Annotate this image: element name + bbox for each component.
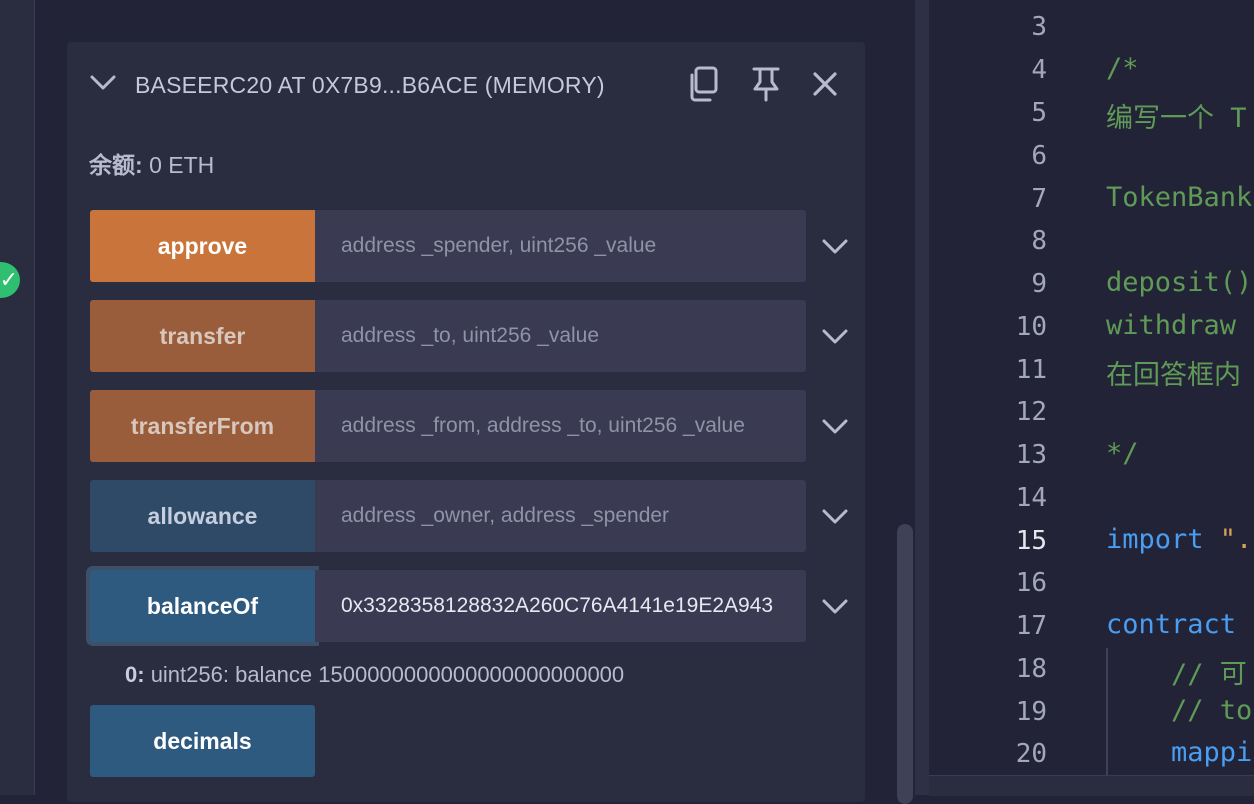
- line-number: 20: [1015, 739, 1047, 769]
- function-row-decimals: decimals: [90, 705, 806, 777]
- code-editor[interactable]: 3 4 /* 5 编写一个 T 6 7 TokenBank 8 9 deposi…: [929, 0, 1254, 796]
- allowance-params-input[interactable]: [315, 480, 806, 552]
- code-line: 编写一个 T: [1106, 103, 1247, 134]
- line-number-active: 15: [1015, 526, 1047, 556]
- line-number: 10: [1015, 312, 1047, 342]
- chevron-down-icon[interactable]: [89, 74, 117, 92]
- decimals-button[interactable]: decimals: [90, 705, 315, 777]
- indent-guide: [1106, 648, 1108, 775]
- approve-button[interactable]: approve: [90, 210, 315, 282]
- check-icon[interactable]: ✓: [0, 262, 20, 298]
- balanceof-address-input[interactable]: [315, 570, 806, 642]
- balanceof-button[interactable]: balanceOf: [90, 570, 315, 642]
- function-row-transferfrom: transferFrom: [90, 390, 848, 462]
- contract-title: BASEERC20 AT 0X7B9...B6ACE (MEMORY): [135, 72, 605, 98]
- close-icon[interactable]: [805, 64, 845, 104]
- line-number: 14: [1015, 483, 1047, 513]
- line-number: 16: [1015, 568, 1047, 598]
- string-literal: ".: [1203, 524, 1253, 555]
- contract-instance-card: BASEERC20 AT 0X7B9...B6ACE (MEMORY) 余额: …: [67, 42, 865, 802]
- code-line: import ".: [1106, 524, 1252, 555]
- line-number: 13: [1015, 440, 1047, 470]
- code-line: mappi: [1106, 737, 1253, 768]
- line-number: 12: [1015, 397, 1047, 427]
- panel-scrollbar[interactable]: [897, 524, 913, 804]
- function-row-balanceof: balanceOf: [90, 570, 848, 642]
- pane-divider[interactable]: [915, 0, 929, 795]
- chevron-down-icon[interactable]: [818, 500, 852, 534]
- code-line: withdraw: [1106, 310, 1237, 341]
- editor-horizontal-scrollbar[interactable]: [929, 775, 1254, 796]
- code-line: // 可: [1106, 659, 1247, 690]
- function-row-approve: approve: [90, 210, 848, 282]
- chevron-down-icon[interactable]: [818, 230, 852, 264]
- code-line: // to: [1106, 695, 1253, 726]
- line-number: 7: [1031, 184, 1047, 214]
- code-line: /*: [1106, 53, 1139, 84]
- transfer-params-input[interactable]: [315, 300, 806, 372]
- code-line: TokenBank: [1106, 182, 1253, 213]
- keyword: import: [1106, 524, 1204, 555]
- line-number: 3: [1031, 12, 1047, 42]
- code-line: deposit(): [1106, 267, 1253, 298]
- balance-label: 余额:: [89, 152, 143, 178]
- code-line: 在回答框内: [1106, 360, 1241, 391]
- call-output: 0: uint256: balance 15000000000000000000…: [125, 662, 624, 688]
- line-number: 8: [1031, 226, 1047, 256]
- chevron-down-icon[interactable]: [818, 590, 852, 624]
- function-row-allowance: allowance: [90, 480, 848, 552]
- line-number: 5: [1031, 98, 1047, 128]
- output-index: 0:: [125, 662, 145, 687]
- allowance-button[interactable]: allowance: [90, 480, 315, 552]
- balance-value: 0 ETH: [149, 152, 215, 178]
- code-line: */: [1106, 438, 1139, 469]
- transfer-button[interactable]: transfer: [90, 300, 315, 372]
- pin-icon[interactable]: [746, 64, 786, 104]
- line-number: 11: [1015, 355, 1047, 385]
- function-row-transfer: transfer: [90, 300, 848, 372]
- left-gutter: ✓: [0, 0, 35, 795]
- transferfrom-params-input[interactable]: [315, 390, 806, 462]
- deployed-contracts-panel: BASEERC20 AT 0X7B9...B6ACE (MEMORY) 余额: …: [35, 0, 915, 802]
- chevron-down-icon[interactable]: [818, 320, 852, 354]
- line-number: 17: [1015, 611, 1047, 641]
- balance-display: 余额: 0 ETH: [89, 146, 214, 180]
- line-number: 4: [1031, 55, 1047, 85]
- output-text: uint256: balance 15000000000000000000000…: [150, 662, 625, 687]
- approve-params-input[interactable]: [315, 210, 806, 282]
- line-number: 18: [1015, 654, 1047, 684]
- transferfrom-button[interactable]: transferFrom: [90, 390, 315, 462]
- code-line: contract: [1106, 609, 1237, 640]
- chevron-down-icon[interactable]: [818, 410, 852, 444]
- copy-icon[interactable]: [683, 64, 723, 104]
- line-number: 19: [1015, 697, 1047, 727]
- line-number: 9: [1031, 269, 1047, 299]
- line-number: 6: [1031, 141, 1047, 171]
- contract-instance-header: BASEERC20 AT 0X7B9...B6ACE (MEMORY): [67, 42, 865, 130]
